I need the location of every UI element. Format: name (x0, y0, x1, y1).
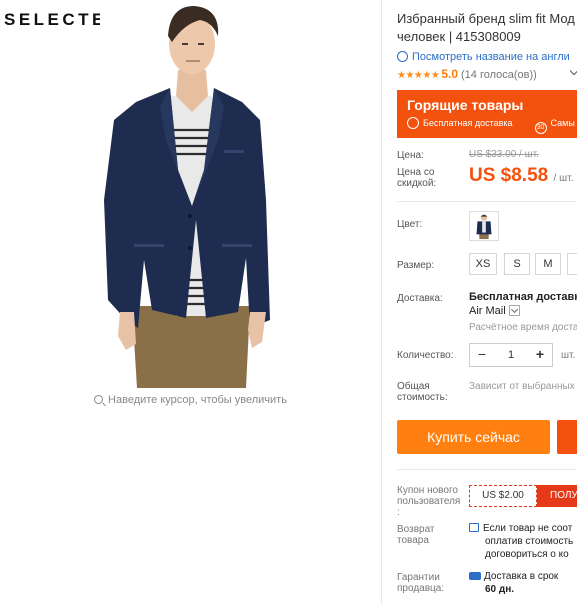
discount-price-label: Цена со скидкой: (397, 167, 436, 189)
quantity-stepper: − 1 + (469, 343, 553, 367)
translate-link-text: Посмотреть название на англи (412, 51, 570, 63)
product-photo[interactable] (100, 0, 285, 388)
guarantee-label-line2: продавца: (397, 583, 445, 594)
total-label-line2: стоимость: (397, 392, 448, 403)
coupon-amount: US $2.00 (469, 485, 537, 507)
zoom-hint-text: Наведите курсор, чтобы увеличить (108, 394, 287, 406)
total-label: Общая стоимость: (397, 381, 448, 403)
return-text: Самы (550, 118, 575, 128)
guarantee-label-line1: Гарантии (397, 572, 440, 583)
total-label-line1: Общая (397, 381, 430, 392)
translate-title-link[interactable]: Посмотреть название на англи (397, 51, 570, 63)
product-title-line1: Избранный бренд slim fit Мод (397, 11, 575, 26)
quantity-unit: шт. (561, 350, 576, 361)
color-label: Цвет: (397, 219, 423, 230)
rating-summary[interactable]: ★★★★★ 5.0 (14 голоса(ов)) (397, 67, 537, 81)
product-gallery: SELECTED Наведите курсор, чтобы увеличит… (0, 0, 381, 604)
quantity-decrease-button[interactable]: − (472, 344, 492, 366)
chevron-down-icon[interactable] (569, 66, 577, 76)
returns-label: Возврат товара (397, 524, 435, 546)
delivery-truck-icon (469, 572, 481, 580)
buy-now-button[interactable]: Купить сейчас (397, 420, 550, 454)
size-label: Размер: (397, 260, 435, 271)
current-price: US $8.58 / шт. (469, 165, 573, 187)
size-option-xs[interactable]: XS (469, 253, 497, 275)
chevron-down-icon (508, 305, 520, 316)
column-divider (381, 0, 382, 604)
old-price: US $33.00 / шт. (469, 149, 539, 160)
returns-label-line1: Возврат (397, 524, 435, 535)
returns-line2: оплатив стоимость (485, 536, 574, 547)
hot-deals-features: Бесплатная доставка 30 Самы (407, 117, 575, 134)
price-label: Цена: (397, 150, 424, 161)
size-option-m[interactable]: M (535, 253, 561, 275)
guarantee-label: Гарантии продавца: (397, 572, 444, 594)
shipping-time-note: Расчётное время доставки (469, 322, 577, 333)
color-option-thumbnail[interactable] (469, 211, 499, 241)
return-days-icon: 30 (534, 122, 547, 134)
quantity-input[interactable]: 1 (490, 344, 532, 366)
returns-line3: договориться о ко (485, 549, 569, 560)
hot-deals-title: Горящие товары (407, 97, 524, 113)
quantity-label: Количество: (397, 350, 454, 361)
price-unit: / шт. (553, 173, 574, 184)
returns-text: Если товар не соот оплатив стоимость дог… (469, 522, 573, 561)
shipping-label: Доставка: (397, 293, 443, 304)
zoom-hint: Наведите курсор, чтобы увеличить (0, 394, 381, 406)
size-option-more[interactable] (567, 253, 577, 275)
separator (397, 469, 577, 470)
separator (397, 201, 577, 202)
hot-deals-banner[interactable]: Горящие товары Бесплатная доставка 30 Самы (397, 90, 577, 138)
guarantee-line2: 60 дн. (485, 584, 515, 595)
shipping-method: Бесплатная доставка (469, 291, 577, 303)
coupon-label-line1: Купон нового (397, 485, 458, 496)
guarantee-line1: Доставка в срок (484, 571, 559, 582)
coupon-label-line2: пользователя (397, 496, 461, 507)
returns-line1: Если товар не соот (483, 523, 573, 534)
rating-stars-icon: ★★★★★ (397, 70, 440, 81)
coupon-label: Купон нового пользователя : (397, 485, 460, 518)
magnifier-icon (94, 395, 104, 404)
total-note: Зависит от выбранных характеристик (469, 381, 577, 392)
product-title-line2: человек | 415308009 (397, 29, 521, 44)
current-price-value: US $8.58 (469, 165, 549, 186)
product-info-panel: Избранный бренд slim fit Мод человек | 4… (397, 0, 577, 604)
size-option-s[interactable]: S (504, 253, 530, 275)
product-title[interactable]: Избранный бренд slim fit Мод человек | 4… (397, 10, 577, 46)
delivery-icon (407, 117, 419, 129)
translate-icon (397, 51, 408, 62)
rating-score: 5.0 (441, 67, 459, 81)
discount-label-line2: скидкой: (397, 178, 437, 189)
free-shipping-text: Бесплатная доставка (423, 118, 513, 128)
shipping-carrier-select[interactable]: Air Mail (469, 305, 520, 317)
returns-icon (469, 523, 479, 532)
add-to-cart-button[interactable] (557, 420, 577, 454)
shipping-carrier: Air Mail (469, 305, 506, 317)
discount-label-line1: Цена со (397, 167, 435, 178)
guarantee-text: Доставка в срок 60 дн. (469, 570, 558, 596)
returns-label-line2: товара (397, 535, 429, 546)
quantity-increase-button[interactable]: + (530, 344, 550, 366)
rating-votes: (14 голоса(ов)) (461, 69, 537, 81)
coupon-label-line3: : (397, 507, 400, 518)
get-coupon-button[interactable]: ПОЛУ (537, 485, 577, 507)
